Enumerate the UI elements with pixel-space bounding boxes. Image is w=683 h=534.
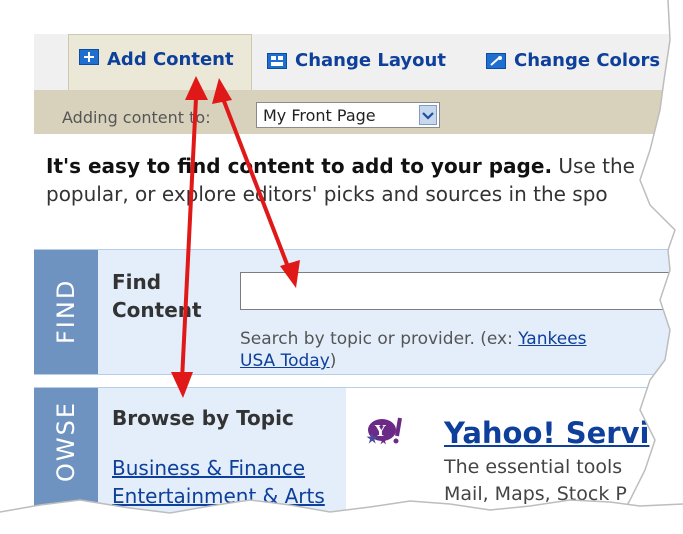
find-content-label: Find Content <box>112 268 202 324</box>
color-palette-icon <box>486 52 506 69</box>
find-side-bar: FIND <box>34 250 98 374</box>
browse-side-bar: OWSE <box>34 388 98 534</box>
find-content-input[interactable] <box>240 272 683 310</box>
hint-suffix: ) <box>329 351 337 371</box>
tab-change-layout-label: Change Layout <box>295 50 446 71</box>
topic-link-health[interactable]: Health & Fitness <box>112 510 325 534</box>
tab-add-content-label: Add Content <box>107 49 234 70</box>
chevron-down-icon[interactable] <box>419 105 437 125</box>
topic-list: Business & Finance Entertainment & Arts … <box>112 454 325 534</box>
intro-bold: It's easy to find content to add to your… <box>46 154 553 178</box>
page-select[interactable]: My Front Page <box>256 102 440 128</box>
yahoo-desc-line1: The essential tools <box>444 456 623 478</box>
tab-change-colors[interactable]: Change Colors <box>486 50 660 71</box>
adding-content-label: Adding content to: <box>62 108 211 127</box>
intro-rest: Use the <box>552 154 635 178</box>
browse-by-topic-title: Browse by Topic <box>112 406 294 430</box>
browse-side-label: OWSE <box>52 400 80 482</box>
page-select-value: My Front Page <box>263 106 376 125</box>
hint-link-usa-today[interactable]: USA Today <box>240 351 330 371</box>
yahoo-services-panel: Y Yahoo! Servi The essential tools Mail,… <box>346 388 683 534</box>
top-margin <box>34 0 683 34</box>
yahoo-services-desc: The essential tools Mail, Maps, Stock P <box>444 454 627 508</box>
find-label-line2: Content <box>112 298 202 322</box>
intro-text: It's easy to find content to add to your… <box>46 152 683 208</box>
yahoo-desc-line2: Mail, Maps, Stock P <box>444 483 627 505</box>
tab-change-layout[interactable]: Change Layout <box>267 50 446 71</box>
yahoo-services-title[interactable]: Yahoo! Servi <box>444 416 649 450</box>
topic-link-business[interactable]: Business & Finance <box>112 454 325 482</box>
hint-prefix: Search by topic or provider. (ex: <box>240 329 519 349</box>
search-hint: Search by topic or provider. (ex: Yankee… <box>240 328 683 372</box>
hint-link-yankees[interactable]: Yankees <box>518 329 586 349</box>
add-icon <box>79 49 99 65</box>
tab-add-content[interactable]: Add Content <box>68 34 252 90</box>
find-side-label: FIND <box>52 278 80 344</box>
layout-icon <box>267 52 287 69</box>
topic-link-entertainment[interactable]: Entertainment & Arts <box>112 482 325 510</box>
find-panel: FIND Find Content Search by topic or pro… <box>34 249 683 375</box>
find-label-line1: Find <box>112 270 162 294</box>
browse-panel: OWSE Browse by Topic Business & Finance … <box>34 387 683 534</box>
page: Add Content Change Layout Change Colors … <box>0 0 683 534</box>
tab-bar: Add Content Change Layout Change Colors <box>34 34 683 90</box>
tab-change-colors-label[interactable]: Change Colors <box>514 50 660 71</box>
yahoo-logo-icon: Y <box>364 416 404 452</box>
intro-line2: popular, or explore editors' picks and s… <box>46 182 608 206</box>
adding-content-row: Adding content to: My Front Page <box>34 90 683 134</box>
